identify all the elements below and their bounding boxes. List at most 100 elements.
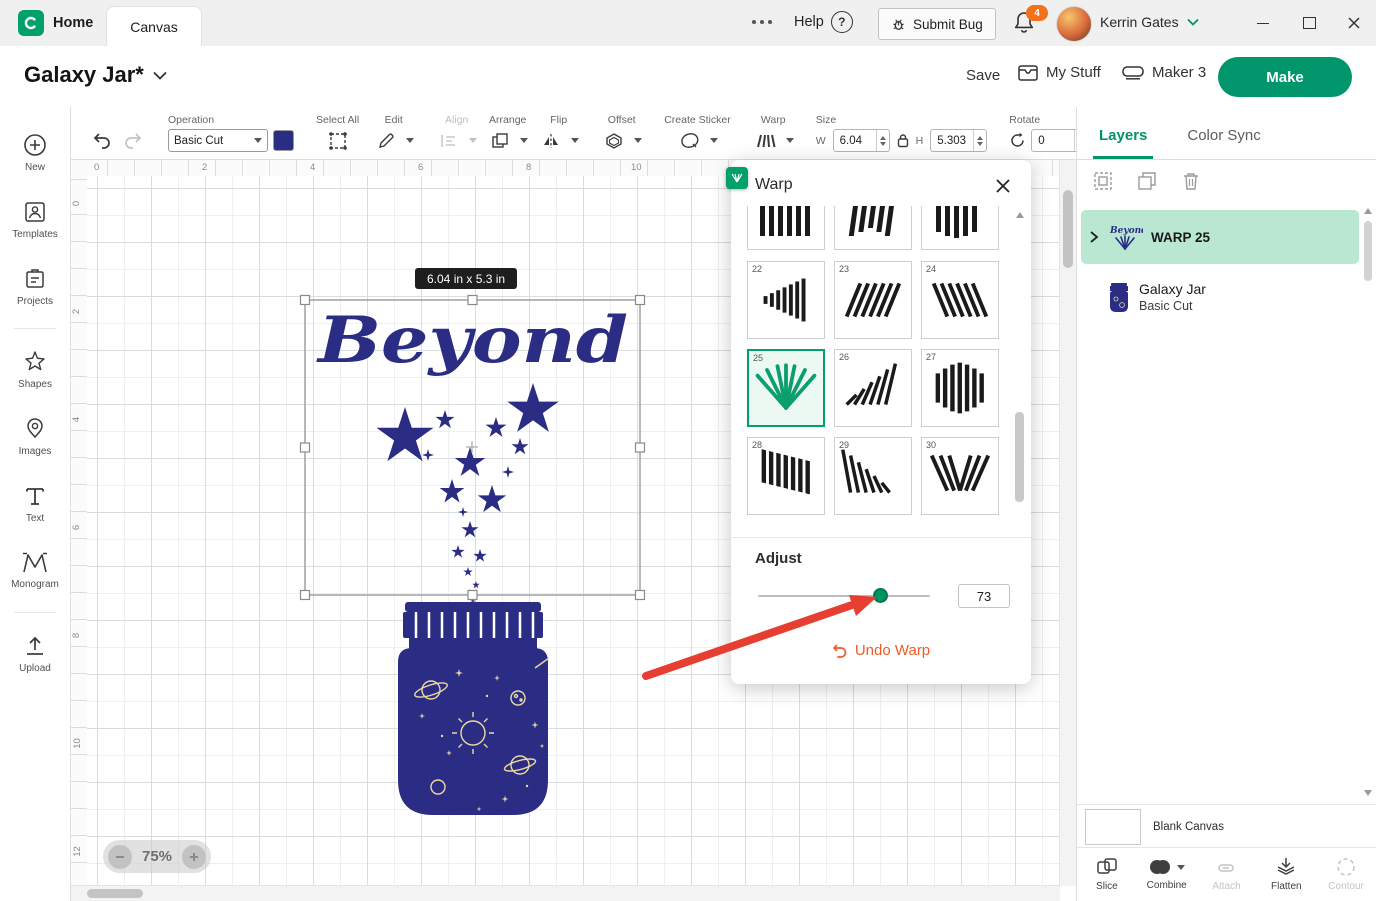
sidebar-item-shapes[interactable]: Shapes: [0, 338, 71, 402]
operation-value: Basic Cut: [174, 135, 223, 147]
slice-button[interactable]: Slice: [1077, 848, 1137, 901]
operation-dropdown[interactable]: Basic Cut: [168, 129, 268, 152]
adjust-value-input[interactable]: 73: [958, 584, 1010, 608]
lock-icon[interactable]: [897, 133, 909, 148]
warp-grid-scrollbar[interactable]: [1015, 212, 1024, 528]
combine-button[interactable]: Combine: [1137, 848, 1197, 901]
tab-home[interactable]: Home: [0, 0, 111, 46]
undo-warp-button[interactable]: Undo Warp: [731, 642, 1031, 659]
more-options-icon[interactable]: [752, 20, 772, 24]
chevron-down-icon: [153, 71, 167, 80]
layers-scrollbar[interactable]: [1363, 207, 1373, 797]
caret-icon[interactable]: [406, 138, 414, 143]
sidebar-item-upload[interactable]: Upload: [0, 622, 71, 686]
close-button[interactable]: [1339, 8, 1369, 38]
caret-icon[interactable]: [786, 138, 794, 143]
warp-style-24[interactable]: 24: [921, 261, 999, 339]
star-spray[interactable]: [376, 383, 558, 604]
duplicate-icon[interactable]: [1135, 169, 1159, 193]
caret-icon[interactable]: [520, 138, 528, 143]
warp-style-30[interactable]: 30: [921, 437, 999, 515]
adjust-label: Adjust: [755, 550, 802, 567]
caret-icon[interactable]: [634, 138, 642, 143]
zoom-out-button[interactable]: [108, 845, 132, 869]
vertical-scrollbar[interactable]: [1059, 160, 1076, 886]
make-button[interactable]: Make: [1218, 57, 1352, 97]
blank-canvas-label: Blank Canvas: [1153, 821, 1224, 833]
edit-button[interactable]: [373, 128, 399, 154]
align-button[interactable]: [436, 128, 462, 154]
warp-style-29[interactable]: 29: [834, 437, 912, 515]
warp-style-26[interactable]: 26: [834, 349, 912, 427]
tab-color-sync[interactable]: Color Sync: [1181, 127, 1266, 159]
tab-canvas[interactable]: Canvas: [106, 6, 202, 47]
minimize-button[interactable]: [1248, 8, 1278, 38]
width-value: 6.04: [834, 130, 876, 151]
blank-canvas-row[interactable]: Blank Canvas: [1077, 804, 1376, 848]
tab-layers[interactable]: Layers: [1093, 127, 1153, 159]
caret-icon[interactable]: [710, 138, 718, 143]
combine-icon: [1148, 858, 1172, 876]
layer-item-galaxy-jar[interactable]: Galaxy Jar Basic Cut: [1081, 270, 1359, 324]
undo-button[interactable]: [89, 128, 115, 154]
submit-bug-button[interactable]: Submit Bug: [878, 8, 996, 40]
adjust-slider-track[interactable]: [758, 595, 930, 597]
chevron-right-icon[interactable]: [1089, 230, 1099, 244]
attach-button[interactable]: Attach: [1197, 848, 1257, 901]
upload-icon: [23, 634, 47, 658]
adjust-slider-handle[interactable]: [873, 588, 888, 603]
my-stuff-button[interactable]: My Stuff: [1018, 64, 1101, 81]
warp-style-25-selected[interactable]: 25: [747, 349, 825, 427]
galaxy-jar-artwork[interactable]: [398, 602, 549, 815]
flatten-button[interactable]: Flatten: [1256, 848, 1316, 901]
group-icon[interactable]: [1091, 169, 1115, 193]
warp-close-button[interactable]: [991, 174, 1015, 198]
machine-selector[interactable]: Maker 3: [1122, 64, 1206, 81]
create-sticker-button[interactable]: [677, 128, 703, 154]
sidebar-item-new[interactable]: New: [0, 121, 71, 185]
offset-button[interactable]: [601, 128, 627, 154]
arrange-button[interactable]: [487, 128, 513, 154]
warp-label: Warp: [761, 113, 786, 128]
height-stepper[interactable]: 5.303: [930, 129, 987, 152]
flip-button[interactable]: [538, 128, 564, 154]
projects-icon: [23, 267, 47, 291]
sidebar-item-images[interactable]: Images: [0, 405, 71, 469]
width-stepper[interactable]: 6.04: [833, 129, 890, 152]
warp-style-23[interactable]: 23: [834, 261, 912, 339]
user-menu[interactable]: Kerrin Gates: [1100, 14, 1199, 30]
layer-title: Galaxy Jar: [1139, 281, 1206, 297]
text-icon: [23, 484, 47, 508]
sidebar-item-monogram[interactable]: Monogram: [0, 539, 71, 603]
select-all-button[interactable]: [325, 128, 351, 154]
warp-style-22[interactable]: 22: [747, 261, 825, 339]
attach-icon: [1215, 857, 1237, 877]
warp-style-partial[interactable]: [834, 206, 912, 250]
layer-item-warp25[interactable]: Beyond WARP 25: [1081, 210, 1359, 264]
color-swatch[interactable]: [273, 130, 294, 151]
sidebar-item-templates[interactable]: Templates: [0, 188, 71, 252]
rotate-icon[interactable]: [1009, 132, 1026, 149]
zoom-in-button[interactable]: [182, 845, 206, 869]
warp-style-27[interactable]: 27: [921, 349, 999, 427]
contour-button[interactable]: Contour: [1316, 848, 1376, 901]
help-button[interactable]: Help ?: [794, 11, 853, 33]
redo-button[interactable]: [120, 128, 146, 154]
sidebar-item-projects[interactable]: Projects: [0, 255, 71, 319]
warp-button[interactable]: [753, 128, 779, 154]
save-button[interactable]: Save: [966, 67, 1000, 84]
warp-style-partial[interactable]: [747, 206, 825, 250]
delete-icon[interactable]: [1179, 169, 1203, 193]
maximize-button[interactable]: [1294, 8, 1324, 38]
warp-style-partial[interactable]: [921, 206, 999, 250]
design-text[interactable]: Beyond: [316, 303, 628, 378]
warp-style-28[interactable]: 28: [747, 437, 825, 515]
sidebar-item-text[interactable]: Text: [0, 472, 71, 536]
avatar[interactable]: [1056, 6, 1092, 42]
offset-label: Offset: [608, 113, 636, 128]
caret-icon[interactable]: [571, 138, 579, 143]
horizontal-scrollbar[interactable]: [71, 885, 1060, 901]
blank-canvas-swatch[interactable]: [1085, 809, 1141, 845]
notifications-button[interactable]: 4: [1012, 9, 1042, 39]
project-title-menu[interactable]: Galaxy Jar*: [24, 62, 167, 88]
